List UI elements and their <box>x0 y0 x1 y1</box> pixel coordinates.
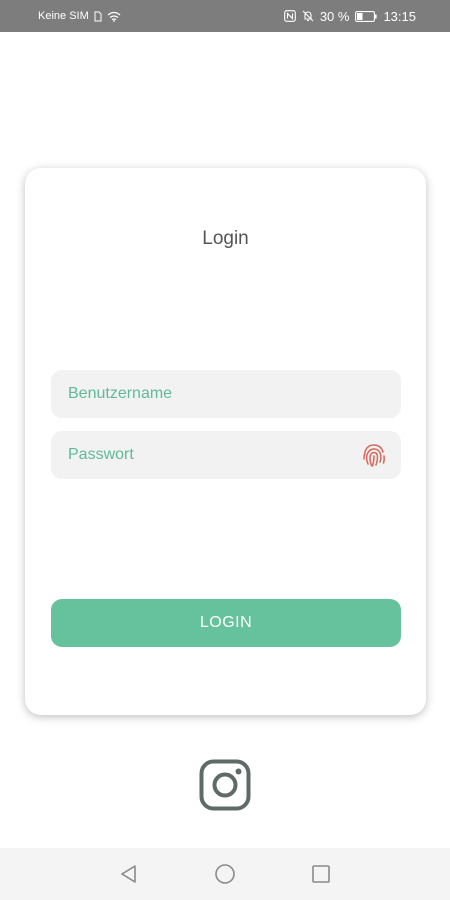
login-card: Login LOGIN <box>25 168 426 715</box>
username-input[interactable] <box>51 370 401 418</box>
username-field <box>51 370 401 418</box>
clock: 13:15 <box>383 8 416 24</box>
battery-percent: 30 % <box>319 8 350 24</box>
carrier-label: Keine SIM <box>38 10 89 22</box>
login-title: Login <box>202 228 249 249</box>
status-bar: Keine SIM 30 % 13:15 <box>0 0 450 32</box>
battery-icon <box>355 10 378 22</box>
back-icon[interactable] <box>117 862 141 886</box>
status-left: Keine SIM <box>38 10 121 22</box>
fingerprint-icon[interactable] <box>361 442 387 468</box>
mute-icon <box>302 10 314 22</box>
password-field <box>51 431 401 479</box>
wifi-icon <box>107 11 121 22</box>
password-input[interactable] <box>51 431 401 479</box>
login-button[interactable]: LOGIN <box>51 599 401 647</box>
navigation-bar <box>0 848 450 900</box>
sim-icon <box>94 11 102 22</box>
nfc-icon <box>283 10 296 22</box>
home-icon[interactable] <box>213 862 237 886</box>
instagram-icon[interactable] <box>199 759 251 811</box>
status-right: 30 % 13:15 <box>283 8 416 24</box>
recent-apps-icon[interactable] <box>309 862 333 886</box>
